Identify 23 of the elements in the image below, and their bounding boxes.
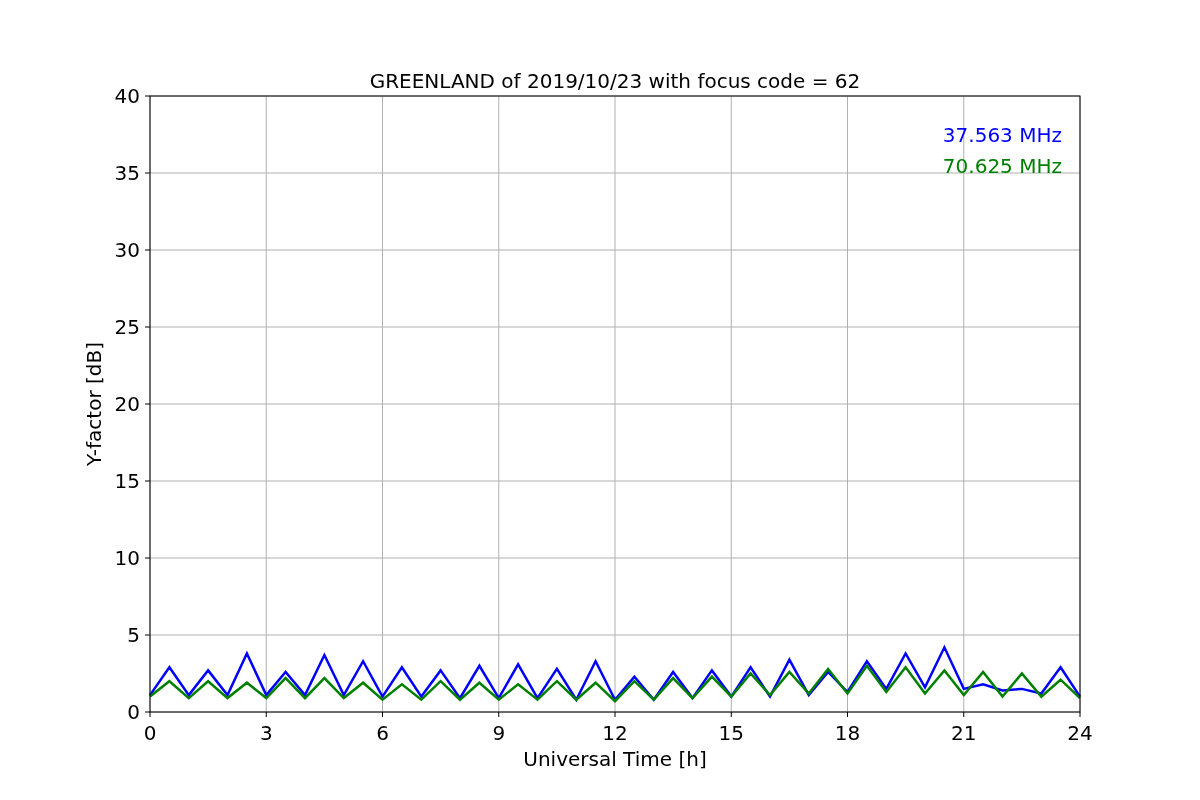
x-axis-label: Universal Time [h] (523, 747, 707, 771)
y-axis-label: Y-factor [dB] (82, 342, 106, 466)
y-tick-label: 25 (114, 315, 140, 339)
chart-title: GREENLAND of 2019/10/23 with focus code = 62 (369, 69, 861, 93)
legend-label: 70.625 MHz (942, 154, 1062, 178)
legend-label: 37.563 MHz (942, 123, 1062, 147)
x-tick-label: 24 (1067, 721, 1093, 745)
y-tick-label: 40 (114, 84, 140, 108)
y-tick-label: 15 (114, 469, 140, 493)
x-tick-label: 6 (376, 721, 389, 745)
x-tick-label: 18 (834, 721, 861, 745)
x-tick-label: 12 (602, 721, 628, 745)
x-tick-label: 15 (718, 721, 744, 745)
y-tick-label: 5 (127, 623, 140, 647)
x-tick-label: 0 (143, 721, 157, 745)
y-tick-label: 30 (114, 238, 140, 262)
x-tick-label: 9 (492, 721, 506, 745)
x-tick-label: 21 (951, 721, 977, 745)
y-tick-label: 0 (127, 700, 140, 724)
y-tick-label: 10 (114, 546, 140, 570)
y-tick-label: 35 (114, 161, 140, 185)
x-tick-label: 3 (259, 721, 273, 745)
y-tick-label: 20 (114, 392, 140, 416)
